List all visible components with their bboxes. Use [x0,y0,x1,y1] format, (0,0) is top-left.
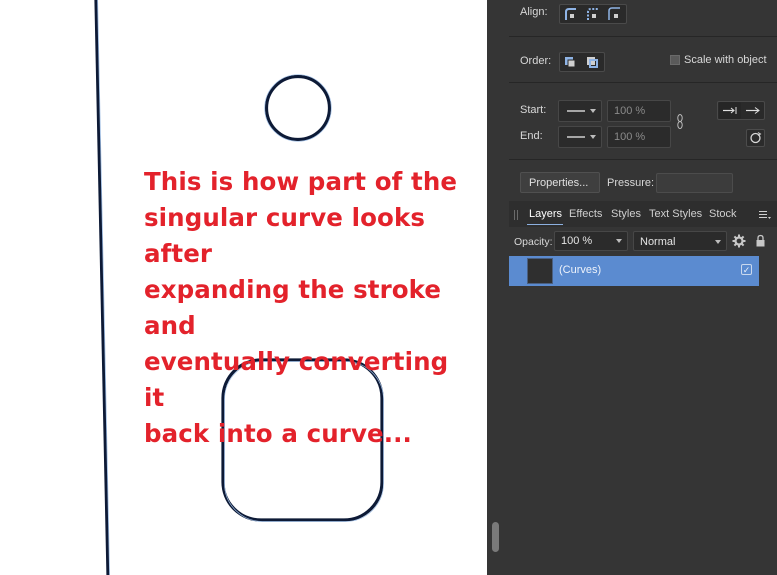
layer-visibility-checkbox[interactable]: ✓ [741,264,752,275]
chevron-down-icon [590,109,596,113]
align-center-icon [587,8,598,20]
annotation-text: This is how part of the singular curve l… [144,164,474,452]
grip-handle-icon[interactable] [513,209,519,221]
line-end-none-icon [567,136,585,138]
separator [509,36,777,37]
layers-list-empty-area [509,286,777,575]
tab-styles[interactable]: Styles [611,208,641,220]
layer-row[interactable]: (Curves) ✓ [509,256,759,286]
annotation-line: eventually converting it [144,347,449,412]
annotation-line: back into a curve... [144,419,412,448]
separator [509,82,777,83]
end-arrowhead-dropdown[interactable] [558,126,602,148]
vertical-curve[interactable] [94,0,110,575]
circle-curve[interactable] [264,74,332,142]
scale-with-object-checkbox[interactable] [670,55,680,65]
scale-with-object-label: Scale with object [684,54,767,66]
lock-icon[interactable] [755,234,766,248]
chain-link-icon[interactable] [675,113,685,131]
start-label: Start: [520,104,547,116]
vertical-curve-outline [97,0,110,575]
properties-button[interactable]: Properties... [520,172,600,193]
annotation-line: singular curve looks after [144,203,426,268]
chevron-down-icon [616,239,622,243]
blend-mode-value: Normal [640,236,676,248]
tab-effects[interactable]: Effects [569,208,602,220]
separator [509,159,777,160]
arrow-inside-icon [723,107,737,114]
line-end-none-icon [567,110,585,112]
chevron-down-icon [715,240,721,244]
stroke-behind-icon [565,57,576,68]
tab-stock[interactable]: Stock [709,208,737,220]
align-inside-button[interactable] [562,5,580,23]
stroke-front-icon [587,57,598,68]
align-label: Align: [520,6,548,18]
align-outside-button[interactable] [606,5,624,23]
document-canvas[interactable]: This is how part of the singular curve l… [0,0,487,575]
blend-mode-dropdown[interactable]: Normal [633,231,727,251]
properties-button-label: Properties... [529,177,589,189]
stroke-in-front-button[interactable] [584,53,602,71]
vertical-scrollbar[interactable] [487,0,509,575]
stroke-behind-fill-button[interactable] [562,53,580,71]
layer-name: (Curves) [559,264,602,276]
arrowhead-inside-button[interactable] [719,102,741,119]
panel-menu-icon[interactable] [759,210,771,220]
opacity-label: Opacity: [514,236,553,248]
end-size-field[interactable]: 100 % [607,126,671,148]
tab-text-styles[interactable]: Text Styles [649,208,702,220]
pressure-graph[interactable] [656,173,733,193]
align-outside-icon [608,7,620,20]
arrowhead-position-group [717,101,765,120]
annotation-line: This is how part of the [144,167,458,196]
end-label: End: [520,130,543,142]
scrollbar-thumb[interactable] [492,522,499,552]
swap-arrowheads-button[interactable] [746,129,765,147]
pressure-label: Pressure: [607,177,655,189]
tab-layers[interactable]: Layers [529,208,562,220]
swap-arrowheads-icon [750,132,762,144]
align-center-button[interactable] [584,5,602,23]
align-inside-icon [565,8,576,20]
gear-icon[interactable] [732,234,746,248]
opacity-value: 100 % [561,235,593,247]
layer-thumbnail [527,258,553,284]
opacity-dropdown[interactable]: 100 % [554,231,628,251]
circle-curve-outline [264,74,332,142]
stroke-and-layers-panel: Align: Order: Scale with object Start: 1… [509,0,777,575]
start-size-field[interactable]: 100 % [607,100,671,122]
annotation-line: expanding the stroke and [144,275,442,340]
start-arrowhead-dropdown[interactable] [558,100,602,122]
arrow-outside-icon [746,107,760,114]
arrowhead-outside-button[interactable] [742,102,764,119]
active-tab-indicator [527,224,563,225]
order-label: Order: [520,55,552,67]
order-button-group [559,52,605,72]
align-button-group [559,4,627,24]
chevron-down-icon [590,135,596,139]
